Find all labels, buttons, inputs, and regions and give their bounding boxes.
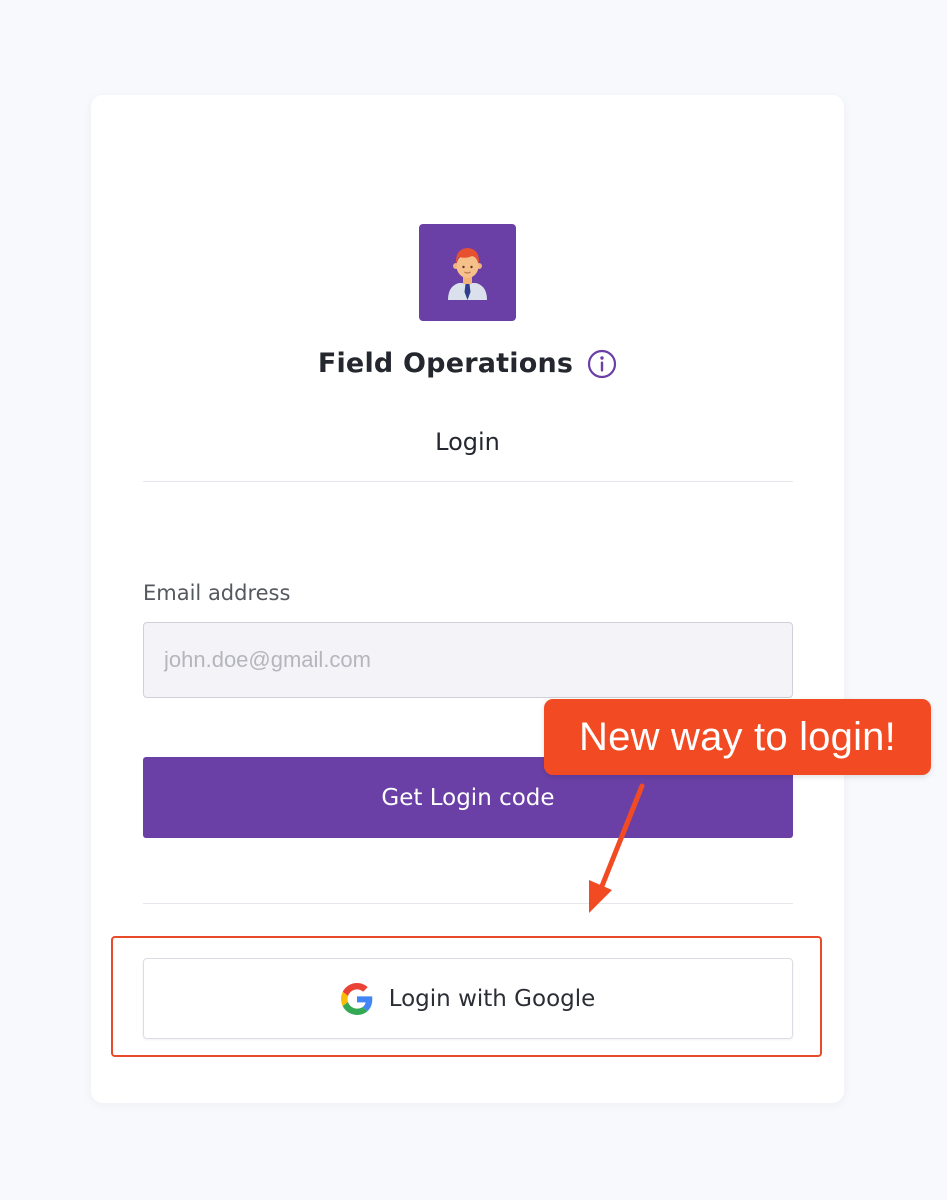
login-card: Field Operations Login Email address Get… [91, 95, 844, 1103]
login-page: Field Operations Login Email address Get… [0, 0, 947, 1200]
app-title: Field Operations [317, 347, 574, 379]
callout-text: New way to login! [579, 714, 896, 759]
annotation-callout: New way to login! [544, 699, 931, 775]
login-with-google-button[interactable]: Login with Google [143, 958, 793, 1039]
tab-login[interactable]: Login [91, 428, 844, 456]
app-title-row: Field Operations [91, 343, 844, 383]
app-logo [419, 224, 516, 321]
google-button-label: Login with Google [388, 985, 596, 1012]
google-icon [340, 982, 373, 1015]
header-divider [143, 481, 793, 482]
user-avatar-icon [448, 248, 487, 300]
email-field[interactable] [143, 622, 793, 698]
email-label: Email address [143, 581, 291, 605]
info-icon[interactable] [587, 349, 617, 379]
section-divider [143, 903, 793, 904]
